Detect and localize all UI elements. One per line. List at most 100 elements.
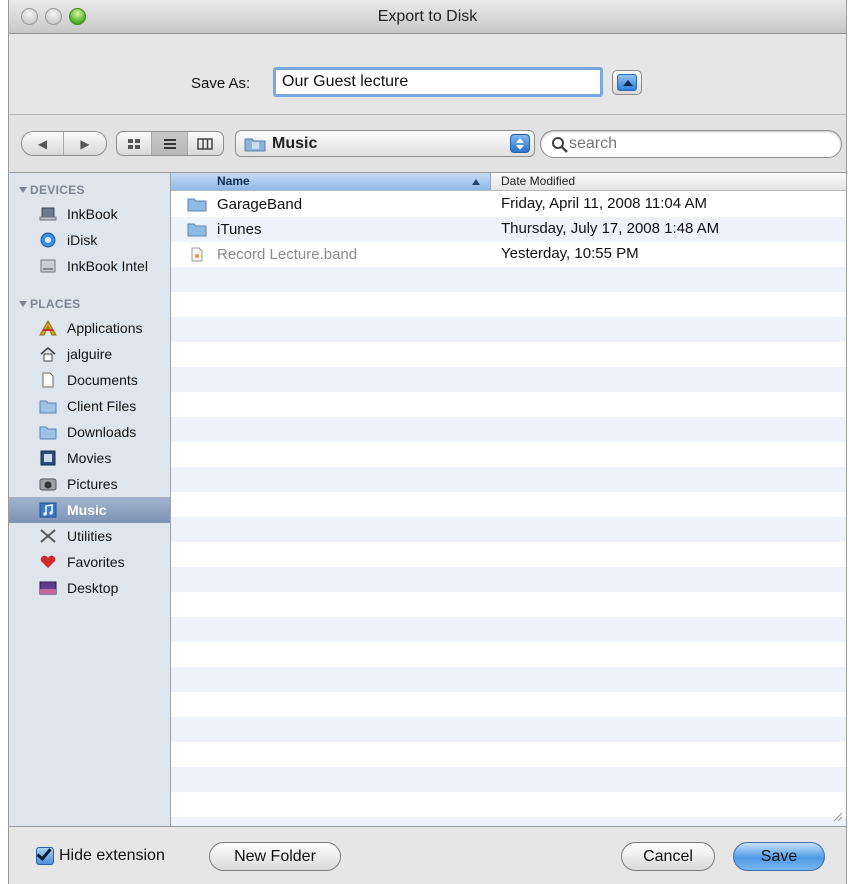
forward-arrow-icon: ▶ <box>80 136 90 151</box>
empty-row <box>171 367 846 392</box>
harddisk-icon <box>40 259 56 273</box>
sidebar-item-home[interactable]: jalguire <box>9 341 170 367</box>
checkmark-icon <box>36 845 52 861</box>
sidebar-item-inkbook-intel[interactable]: InkBook Intel <box>9 253 170 279</box>
empty-row <box>171 717 846 742</box>
empty-row <box>171 617 846 642</box>
laptop-icon <box>39 207 57 221</box>
date-column-header[interactable]: Date Modified <box>491 173 846 190</box>
column-view-icon <box>197 137 214 150</box>
column-header: Name Date Modified <box>171 173 846 191</box>
devices-header[interactable]: DEVICES <box>19 183 85 197</box>
empty-row <box>171 692 846 717</box>
desktop-icon <box>39 581 57 595</box>
utilities-icon <box>40 529 56 543</box>
save-button[interactable]: Save <box>733 842 825 871</box>
movies-icon <box>40 450 56 466</box>
file-list: Name Date Modified GarageBand Friday, Ap… <box>171 173 846 826</box>
list-view-button[interactable] <box>152 132 188 155</box>
chevron-up-icon <box>617 74 637 91</box>
file-date: Friday, April 11, 2008 11:04 AM <box>501 195 707 212</box>
save-as-area: Save As: <box>9 35 846 115</box>
empty-row <box>171 792 846 817</box>
disclosure-triangle-icon <box>19 187 27 193</box>
sidebar-item-downloads[interactable]: Downloads <box>9 419 170 445</box>
sidebar-item-applications[interactable]: Applications <box>9 315 170 341</box>
new-folder-button[interactable]: New Folder <box>209 842 341 871</box>
sort-ascending-icon <box>472 179 480 185</box>
sidebar-item-idisk[interactable]: iDisk <box>9 227 170 253</box>
name-column-header[interactable]: Name <box>171 173 491 190</box>
documents-icon <box>42 372 54 388</box>
search-input[interactable] <box>569 134 829 154</box>
applications-icon <box>39 320 57 336</box>
icon-view-icon <box>128 138 141 149</box>
empty-row <box>171 317 846 342</box>
empty-row <box>171 592 846 617</box>
empty-row <box>171 817 846 826</box>
empty-row <box>171 392 846 417</box>
resize-grip-icon[interactable] <box>831 810 843 822</box>
search-icon <box>552 137 568 153</box>
music-icon <box>39 502 57 518</box>
empty-row <box>171 667 846 692</box>
file-row[interactable]: GarageBand Friday, April 11, 2008 11:04 … <box>171 192 846 217</box>
folder-icon <box>187 223 207 237</box>
idisk-icon <box>40 232 56 248</box>
empty-row <box>171 742 846 767</box>
file-name: iTunes <box>217 221 262 238</box>
popup-arrows-icon <box>510 134 530 153</box>
sidebar-item-movies[interactable]: Movies <box>9 445 170 471</box>
empty-row <box>171 292 846 317</box>
file-row[interactable]: iTunes Thursday, July 17, 2008 1:48 AM <box>171 217 846 242</box>
folder-icon <box>187 198 207 212</box>
collapse-dialog-button[interactable] <box>612 70 642 95</box>
icon-view-button[interactable] <box>117 132 153 155</box>
title-bar[interactable]: Export to Disk <box>9 0 846 34</box>
empty-row <box>171 342 846 367</box>
sidebar-item-pictures[interactable]: Pictures <box>9 471 170 497</box>
export-dialog: Export to Disk Save As: ◀ ▶ Music <box>8 0 847 884</box>
cancel-button[interactable]: Cancel <box>621 842 715 871</box>
sidebar-item-documents[interactable]: Documents <box>9 367 170 393</box>
empty-row <box>171 767 846 792</box>
heart-icon <box>40 555 56 568</box>
list-view-icon <box>163 138 176 149</box>
sidebar-item-client-files[interactable]: Client Files <box>9 393 170 419</box>
sidebar-item-favorites[interactable]: Favorites <box>9 549 170 575</box>
empty-row <box>171 567 846 592</box>
save-as-field[interactable] <box>273 67 603 97</box>
back-arrow-icon: ◀ <box>37 136 48 151</box>
empty-row <box>171 542 846 567</box>
location-popup[interactable]: Music <box>235 130 535 157</box>
file-name: Record Lecture.band <box>217 246 358 263</box>
bottom-bar: Hide extension New Folder Cancel Save <box>9 828 846 884</box>
hide-extension-checkbox[interactable] <box>36 845 54 865</box>
empty-row <box>171 267 846 292</box>
empty-row <box>171 442 846 467</box>
search-box[interactable] <box>540 130 842 158</box>
file-name: GarageBand <box>217 196 303 213</box>
home-icon <box>40 346 56 362</box>
places-header[interactable]: PLACES <box>19 297 80 311</box>
file-date: Thursday, July 17, 2008 1:48 AM <box>501 220 720 237</box>
file-row[interactable]: Record Lecture.band Yesterday, 10:55 PM <box>171 242 846 267</box>
sidebar-item-desktop[interactable]: Desktop <box>9 575 170 601</box>
save-as-label: Save As: <box>191 75 251 92</box>
toolbar: ◀ ▶ Music <box>9 116 846 172</box>
column-view-button[interactable] <box>188 132 223 155</box>
hide-extension-label[interactable]: Hide extension <box>59 847 165 865</box>
forward-button[interactable]: ▶ <box>64 132 106 155</box>
file-date: Yesterday, 10:55 PM <box>501 245 639 262</box>
back-button[interactable]: ◀ <box>22 132 65 155</box>
sidebar-item-music[interactable]: Music <box>9 497 170 523</box>
sidebar-item-utilities[interactable]: Utilities <box>9 523 170 549</box>
sidebar: DEVICES InkBook iDisk InkBook Intel PLAC… <box>9 173 171 826</box>
empty-row <box>171 642 846 667</box>
back-forward-control: ◀ ▶ <box>21 131 107 156</box>
pictures-icon <box>39 478 57 491</box>
location-label: Music <box>272 135 318 152</box>
view-mode-control <box>116 131 224 156</box>
empty-row <box>171 417 846 442</box>
sidebar-item-inkbook[interactable]: InkBook <box>9 201 170 227</box>
